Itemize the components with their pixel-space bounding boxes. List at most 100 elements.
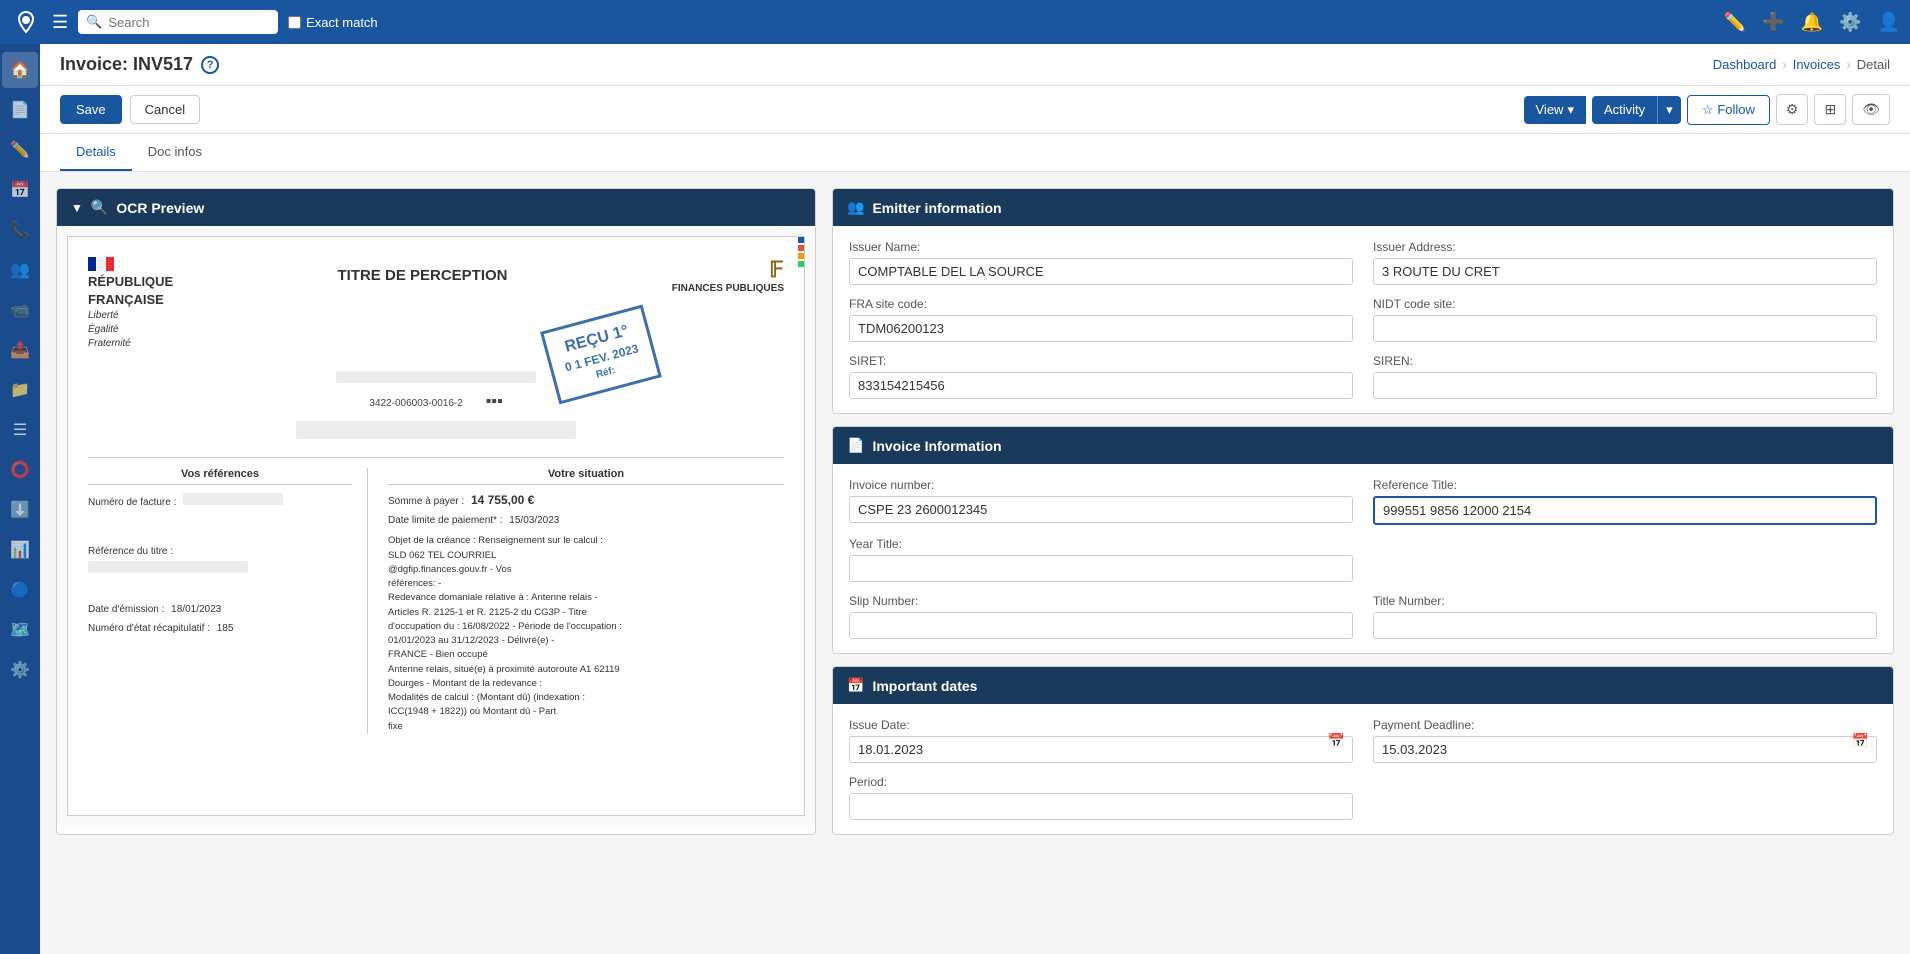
siret-input[interactable] <box>849 372 1353 399</box>
reference-title-field: Reference Title: <box>1373 478 1877 525</box>
sidebar-item-document[interactable]: 📄 <box>2 92 38 128</box>
ocr-toggle-icon[interactable]: ▼ <box>71 201 83 215</box>
blurred-numero <box>183 493 283 505</box>
search-icon: 🔍 <box>86 14 102 30</box>
fra-site-code-input[interactable] <box>849 315 1353 342</box>
eye-button[interactable]: 👁 <box>1852 94 1890 125</box>
ocr-panel: ▼ 🔍 OCR Preview <box>56 188 816 835</box>
siren-field: SIREN: <box>1373 354 1877 399</box>
tab-doc-infos[interactable]: Doc infos <box>132 134 218 171</box>
sidebar-item-map[interactable]: 🗺️ <box>2 612 38 648</box>
sidebar-item-settings2[interactable]: ⚙️ <box>2 652 38 688</box>
issuer-address-label: Issuer Address: <box>1373 240 1877 254</box>
bell-icon[interactable]: 🔔 <box>1801 12 1823 33</box>
siren-input[interactable] <box>1373 372 1877 399</box>
menu-icon[interactable]: ☰ <box>52 12 68 33</box>
sidebar-item-send[interactable]: 📤 <box>2 332 38 368</box>
sidebar-item-download[interactable]: ⬇️ <box>2 492 38 528</box>
activity-button[interactable]: Activity <box>1592 96 1657 124</box>
sidebar-item-calendar[interactable]: 📅 <box>2 172 38 208</box>
sidebar-item-circle[interactable]: ⭕ <box>2 452 38 488</box>
sidebar-item-users[interactable]: 👥 <box>2 252 38 288</box>
period-input[interactable] <box>849 793 1353 820</box>
breadcrumb-current: Detail <box>1857 57 1890 72</box>
payment-deadline-calendar-icon[interactable]: 📅 <box>1852 732 1869 749</box>
republic-section: RÉPUBLIQUE FRANÇAISE Liberté Égalité Fra… <box>88 257 173 351</box>
color-dot-green <box>798 261 804 267</box>
emitter-form-grid: Issuer Name: Issuer Address: FRA site co… <box>849 240 1877 399</box>
doc-sections: Vos références Numéro de facture : Référ… <box>88 457 784 734</box>
search-input[interactable] <box>108 15 248 30</box>
sidebar-item-chart[interactable]: 📊 <box>2 532 38 568</box>
search-box: 🔍 <box>78 10 278 34</box>
period-label: Period: <box>849 775 1353 789</box>
important-dates-title: Important dates <box>872 678 977 694</box>
sidebar-item-edit[interactable]: ✏️ <box>2 132 38 168</box>
issue-date-calendar-icon[interactable]: 📅 <box>1328 732 1345 749</box>
slip-number-input[interactable] <box>849 612 1353 639</box>
grid-button[interactable]: ⊞ <box>1814 94 1846 125</box>
sidebar-item-dot[interactable]: 🔵 <box>2 572 38 608</box>
date-emission-row: Date d'émission : 18/01/2023 <box>88 604 352 615</box>
nidt-code-label: NIDT code site: <box>1373 297 1877 311</box>
cancel-button[interactable]: Cancel <box>130 95 200 124</box>
issuer-name-label: Issuer Name: <box>849 240 1353 254</box>
barcode-ref: 3422-006003-0016-2 ▪▪▪ <box>88 393 784 411</box>
breadcrumb-sep1: › <box>1782 57 1786 72</box>
blurred-section-2 <box>88 421 784 442</box>
follow-button[interactable]: ☆ Follow <box>1687 95 1770 125</box>
finances-logo: 𝔽 <box>672 257 784 283</box>
emitter-info-body: Issuer Name: Issuer Address: FRA site co… <box>833 226 1893 413</box>
title-number-label: Title Number: <box>1373 594 1877 608</box>
gear-button[interactable]: ⚙ <box>1776 94 1809 125</box>
numero-facture-row: Numéro de facture : <box>88 493 352 508</box>
sidebar-item-video[interactable]: 📹 <box>2 292 38 328</box>
siret-field: SIRET: <box>849 354 1353 399</box>
app-logo[interactable] <box>10 6 42 38</box>
activity-button-group: Activity ▾ <box>1592 96 1681 124</box>
issuer-name-input[interactable] <box>849 258 1353 285</box>
payment-deadline-field: Payment Deadline: 📅 <box>1373 718 1877 763</box>
payment-deadline-input[interactable] <box>1373 736 1877 763</box>
emitter-info-title: Emitter information <box>872 200 1001 216</box>
numero-etat-row: Numéro d'état récapitulatif : 185 <box>88 623 352 634</box>
sidebar-item-home[interactable]: 🏠 <box>2 52 38 88</box>
tab-details[interactable]: Details <box>60 134 132 171</box>
ocr-panel-header: ▼ 🔍 OCR Preview <box>57 189 815 226</box>
breadcrumb-dashboard[interactable]: Dashboard <box>1713 57 1777 72</box>
color-dot-orange <box>798 253 804 259</box>
star-icon: ☆ <box>1702 102 1714 118</box>
issuer-address-input[interactable] <box>1373 258 1877 285</box>
sidebar-item-phone[interactable]: 📞 <box>2 212 38 248</box>
nidt-code-field: NIDT code site: <box>1373 297 1877 342</box>
vos-references-section: Vos références Numéro de facture : Référ… <box>88 468 368 734</box>
reference-title-input[interactable] <box>1373 496 1877 525</box>
toolbar-left: Save Cancel <box>60 95 200 124</box>
payment-deadline-label: Payment Deadline: <box>1373 718 1877 732</box>
sidebar-item-folder[interactable]: 📁 <box>2 372 38 408</box>
page-title-group: Invoice: INV517 ? <box>60 54 219 75</box>
year-title-input[interactable] <box>849 555 1353 582</box>
objet-creance-description: Objet de la créance : Renseignement sur … <box>388 534 784 734</box>
user-avatar[interactable]: 👤 <box>1878 12 1900 33</box>
blurred-field-1 <box>336 371 536 383</box>
breadcrumb-sep2: › <box>1846 57 1850 72</box>
edit-nav-icon[interactable]: ✏️ <box>1724 12 1746 33</box>
settings-icon[interactable]: ⚙️ <box>1839 12 1861 33</box>
exact-match-checkbox[interactable] <box>288 16 301 29</box>
nidt-code-input[interactable] <box>1373 315 1877 342</box>
sidebar-item-list[interactable]: ☰ <box>2 412 38 448</box>
invoice-number-input[interactable] <box>849 496 1353 523</box>
invoice-number-label: Invoice number: <box>849 478 1353 492</box>
help-icon[interactable]: ? <box>201 56 219 74</box>
invoice-info-section: 📄 Invoice Information Invoice number: Re… <box>832 426 1894 654</box>
issue-date-input[interactable] <box>849 736 1353 763</box>
add-nav-icon[interactable]: ➕ <box>1762 12 1784 33</box>
breadcrumb-invoices[interactable]: Invoices <box>1793 57 1841 72</box>
exact-match-checkbox-label[interactable]: Exact match <box>288 15 378 30</box>
fra-site-code-label: FRA site code: <box>849 297 1353 311</box>
save-button[interactable]: Save <box>60 95 122 124</box>
activity-caret-button[interactable]: ▾ <box>1657 96 1681 124</box>
view-button[interactable]: View ▾ <box>1524 96 1586 124</box>
title-number-input[interactable] <box>1373 612 1877 639</box>
